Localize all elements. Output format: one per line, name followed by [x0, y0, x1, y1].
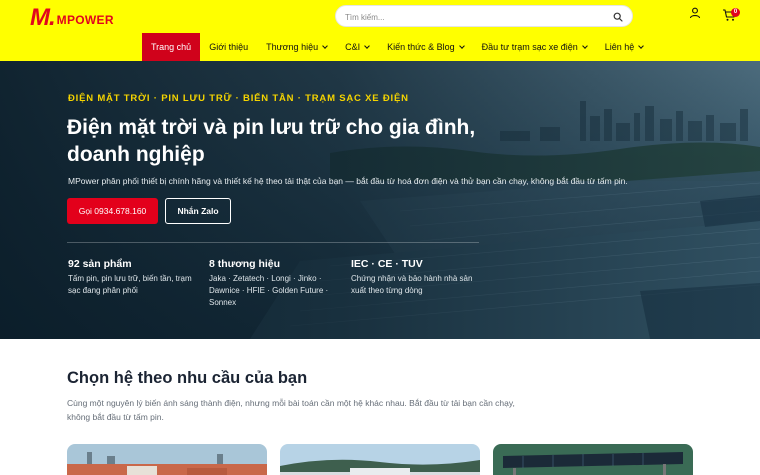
search-input[interactable]: [345, 10, 605, 24]
nav-label: C&I: [345, 42, 361, 52]
chevron-down-icon: [581, 42, 588, 49]
solution-card-image[interactable]: [280, 444, 480, 475]
logo-mark: M.: [30, 4, 56, 31]
stat-value: 92 sản phẩm: [68, 258, 132, 270]
main-nav: Trang chủ Giới thiệu Thương hiệu C&I Kiế…: [142, 33, 652, 61]
stat-description: Jaka · Zetatech · Longi · Jinko · Dawnic…: [209, 274, 329, 307]
nav-item-contact[interactable]: Liên hệ: [596, 33, 653, 61]
nav-item-about[interactable]: Giới thiệu: [200, 33, 257, 61]
solution-card-image[interactable]: [493, 444, 693, 475]
stat-description: Tấm pin, pin lưu trữ, biến tần, trạm sạc…: [68, 274, 192, 295]
hero-description: MPower phân phối thiết bị chính hãng và …: [68, 176, 628, 186]
nav-item-ev-charging[interactable]: Đầu tư trạm sạc xe điện: [473, 33, 596, 61]
hero-banner: ĐIỆN MẶT TRỜI · PIN LƯU TRỮ · BIẾN TẦN ·…: [0, 61, 760, 339]
card-image: [280, 444, 480, 475]
card-image: [493, 444, 693, 475]
search-box[interactable]: [335, 5, 633, 27]
chevron-down-icon: [458, 42, 465, 49]
solution-card-image[interactable]: [67, 444, 267, 475]
nav-label: Đầu tư trạm sạc xe điện: [481, 42, 578, 52]
nav-item-ci[interactable]: C&I: [336, 33, 378, 61]
stat-brands: 8 thương hiệu Jaka · Zetatech · Longi · …: [209, 258, 344, 309]
nav-item-brands[interactable]: Thương hiệu: [257, 33, 336, 61]
stat-value: IEC · CE · TUV: [351, 258, 423, 270]
chevron-down-icon: [638, 42, 645, 49]
nav-label: Thương hiệu: [266, 42, 319, 52]
stat-products: 92 sản phẩm Tấm pin, pin lưu trữ, biến t…: [68, 258, 203, 297]
section-description: Cùng một nguyên lý biến ánh sáng thành đ…: [67, 398, 515, 422]
logo-text: MPOWER: [56, 13, 114, 27]
mpower-logo[interactable]: M. MPOWER: [30, 4, 114, 31]
card-image: [67, 444, 267, 475]
chevron-down-icon: [364, 42, 370, 49]
chevron-down-icon: [322, 42, 328, 49]
stat-certifications: IEC · CE · TUV Chứng nhận và bảo hành nh…: [351, 258, 486, 297]
user-icon[interactable]: [689, 7, 701, 19]
cart-count-badge: 0: [731, 8, 740, 17]
stat-description: Chứng nhận và bảo hành nhà sản xuất theo…: [351, 274, 473, 295]
nav-label: Liên hệ: [604, 42, 635, 52]
nav-label: Kiến thức & Blog: [387, 42, 455, 52]
zalo-button[interactable]: Nhắn Zalo: [165, 198, 231, 224]
hero-eyebrow: ĐIỆN MẶT TRỜI · PIN LƯU TRỮ · BIẾN TẦN ·…: [68, 93, 409, 104]
hero-divider: [67, 242, 479, 243]
stat-value: 8 thương hiệu: [209, 258, 281, 270]
nav-item-home[interactable]: Trang chủ: [142, 33, 201, 61]
section-title: Chọn hệ theo nhu cầu của bạn: [67, 369, 308, 387]
hero-title: Điện mặt trời và pin lưu trữ cho gia đìn…: [67, 116, 476, 166]
nav-label: Giới thiệu: [209, 42, 249, 52]
nav-item-blog[interactable]: Kiến thức & Blog: [378, 33, 473, 61]
search-icon[interactable]: [613, 12, 623, 22]
site-header: M. MPOWER 0 Trang chủ Giới thiệu Thương …: [0, 0, 760, 61]
call-button[interactable]: Gọi 0934.678.160: [67, 198, 158, 224]
nav-label: Trang chủ: [151, 42, 192, 52]
